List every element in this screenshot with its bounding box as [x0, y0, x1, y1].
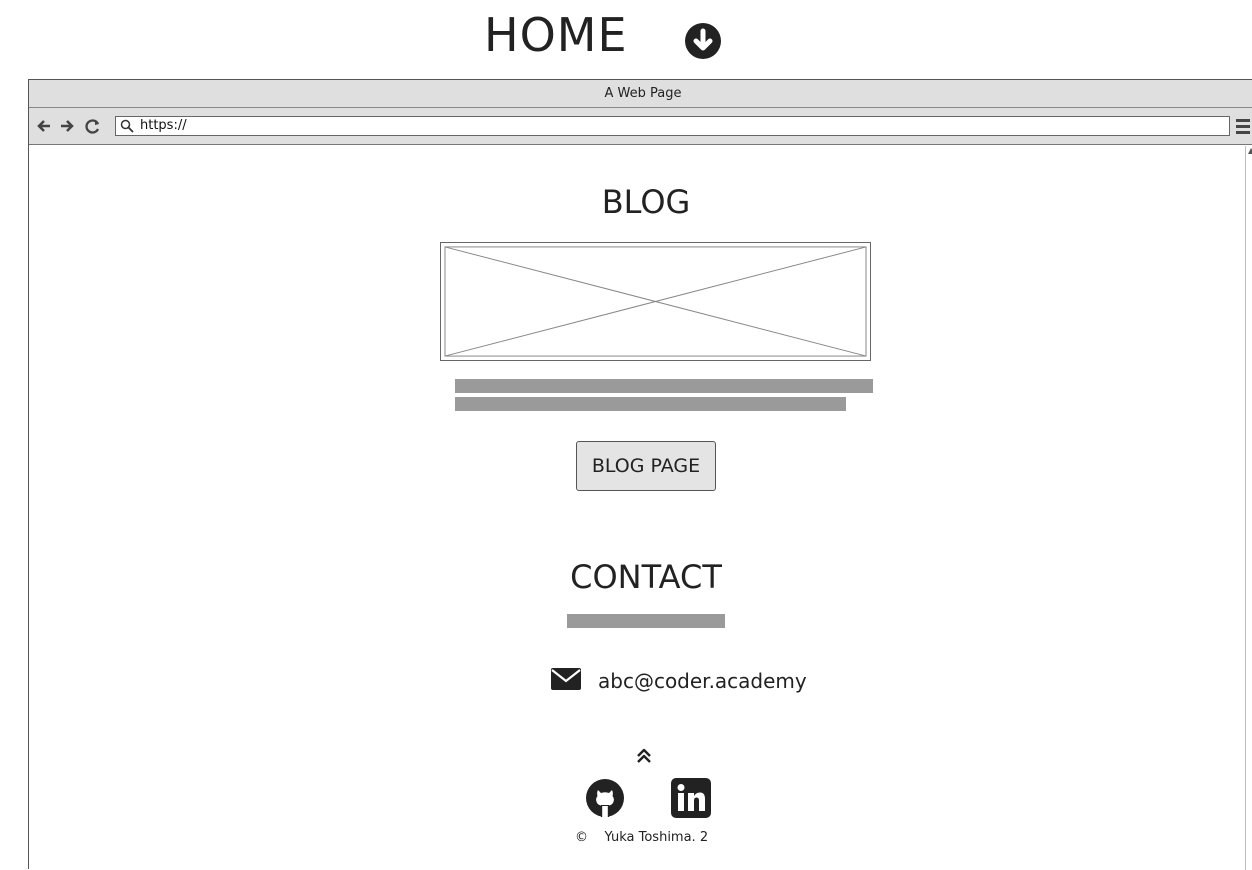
github-icon[interactable]	[585, 778, 625, 818]
reload-icon[interactable]	[85, 118, 101, 134]
contact-email-row[interactable]: abc@coder.academy	[549, 664, 849, 698]
url-text[interactable]: https://	[140, 118, 187, 134]
blog-text-line	[455, 379, 873, 393]
double-chevron-up-icon[interactable]	[634, 746, 654, 766]
address-bar[interactable]: https://	[115, 116, 1230, 136]
contact-text-line	[567, 614, 725, 628]
page-viewport: BLOG BLOG PAGE CONTACT abc@coder.academy	[29, 146, 1252, 870]
scroll-up-icon[interactable]: ▲	[1248, 146, 1252, 155]
linkedin-icon[interactable]	[671, 778, 711, 818]
contact-title: CONTACT	[570, 558, 722, 596]
envelope-icon	[551, 668, 581, 690]
browser-title-bar: A Web Page	[29, 80, 1252, 108]
page-title: HOME	[484, 8, 628, 62]
email-link[interactable]: abc@coder.academy	[598, 667, 807, 695]
hamburger-menu-icon[interactable]	[1235, 117, 1251, 135]
arrow-down-circle-icon	[685, 23, 721, 59]
copyright-text: Yuka Toshima. 2	[604, 830, 709, 845]
page-heading: HOME	[0, 0, 1252, 72]
search-icon	[120, 119, 134, 133]
forward-arrow-icon[interactable]	[59, 118, 75, 134]
browser-window: A Web Page https:// BLOG BLOG PAGE CONTA…	[28, 79, 1252, 870]
browser-toolbar: https://	[29, 108, 1252, 145]
copyright-symbol: ©	[575, 830, 588, 845]
blog-title: BLOG	[601, 183, 691, 221]
footer-copyright: © Yuka Toshima. 2	[575, 829, 708, 847]
blog-text-line	[455, 397, 846, 411]
blog-image-placeholder	[440, 242, 871, 361]
vertical-scrollbar[interactable]: ▲	[1245, 146, 1252, 870]
blog-page-button[interactable]: BLOG PAGE	[576, 441, 716, 491]
back-arrow-icon[interactable]	[36, 118, 52, 134]
